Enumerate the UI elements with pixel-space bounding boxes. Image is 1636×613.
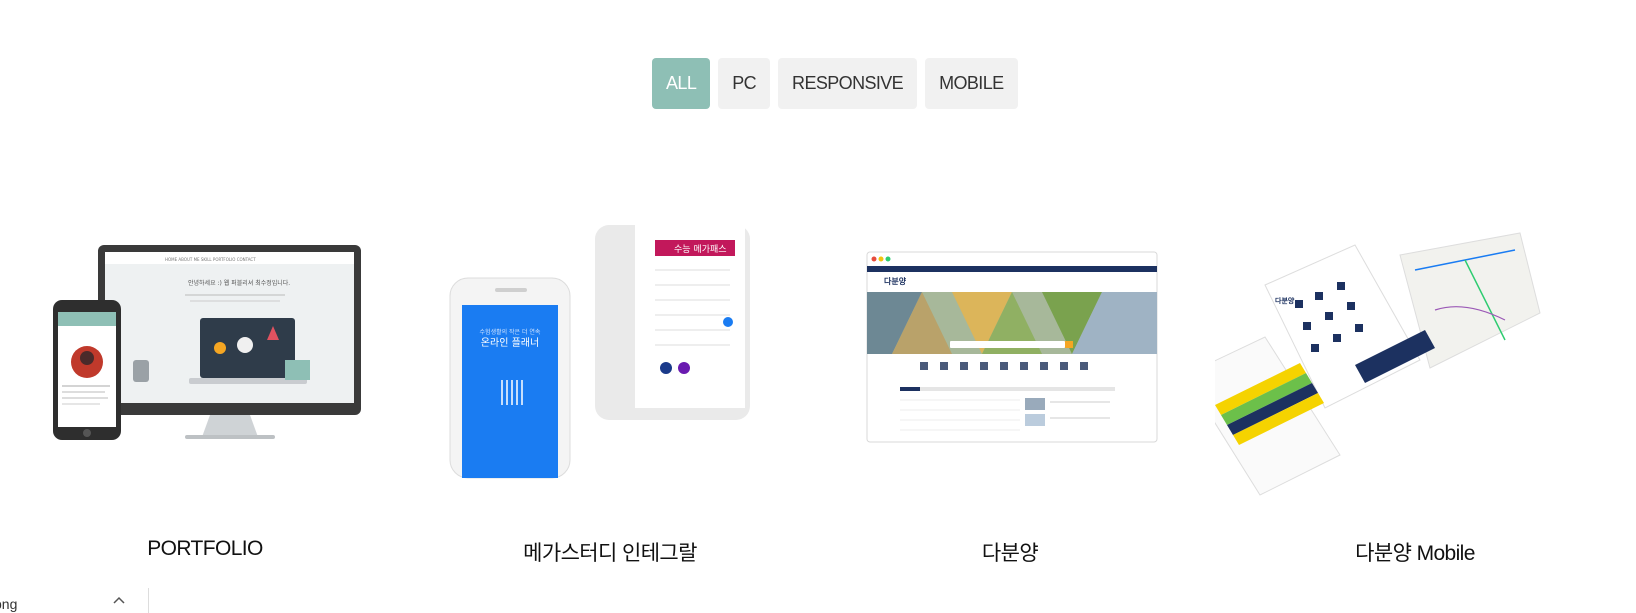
portfolio-card-dabunyang[interactable]: 다분양 다분양: [810, 200, 1210, 590]
filter-pc-button[interactable]: PC: [718, 58, 771, 109]
portfolio-thumbnail[interactable]: 수능 메가패스 수험생활의 작은 더 연속 온라인 플래너: [410, 200, 810, 500]
portfolio-card-title[interactable]: 다분양: [810, 537, 1210, 567]
portfolio-card-portfolio[interactable]: HOME ABOUT ME SKILL PORTFOLIO CONTACT 안녕…: [5, 200, 405, 590]
mobile-logo: 다분양: [1275, 296, 1295, 305]
portfolio-card-title[interactable]: PORTFOLIO: [5, 537, 405, 561]
phone-small-text: 수험생활의 작은 더 연속: [480, 328, 541, 336]
download-filename[interactable]: png: [0, 596, 17, 612]
portfolio-thumbnail[interactable]: HOME ABOUT ME SKILL PORTFOLIO CONTACT 안녕…: [5, 200, 405, 500]
chevron-up-icon[interactable]: [112, 594, 126, 608]
portfolio-card-dabunyang-mobile[interactable]: 다분양 다분양 Mobile: [1215, 200, 1615, 590]
filter-responsive-button[interactable]: RESPONSIVE: [778, 58, 918, 109]
svg-text:안녕하세요 :) 웹 퍼블리셔 최수정입니다.: 안녕하세요 :) 웹 퍼블리셔 최수정입니다.: [188, 279, 290, 287]
portfolio-thumbnail[interactable]: 다분양: [1215, 200, 1615, 500]
site-logo: 다분양: [884, 276, 907, 286]
portfolio-card-megastudy[interactable]: 수능 메가패스 수험생활의 작은 더 연속 온라인 플래너 메가스터디 인테그랄: [410, 200, 810, 590]
portfolio-card-title[interactable]: 다분양 Mobile: [1215, 537, 1615, 567]
filter-mobile-button[interactable]: MOBILE: [925, 58, 1018, 109]
svg-text:HOME ABOUT ME SKILL PORTFOLIO: HOME ABOUT ME SKILL PORTFOLIO CONTACT: [165, 257, 256, 262]
portfolio-filter-tabs: ALL PC RESPONSIVE MOBILE: [652, 58, 1018, 109]
filter-all-button[interactable]: ALL: [652, 58, 711, 109]
svg-text:수능 메가패스: 수능 메가패스: [674, 244, 727, 255]
portfolio-card-title[interactable]: 메가스터디 인테그랄: [410, 537, 810, 567]
download-bar-item[interactable]: png: [0, 588, 149, 613]
phone-big-text: 온라인 플래너: [481, 337, 539, 349]
portfolio-thumbnail[interactable]: 다분양: [810, 200, 1210, 500]
